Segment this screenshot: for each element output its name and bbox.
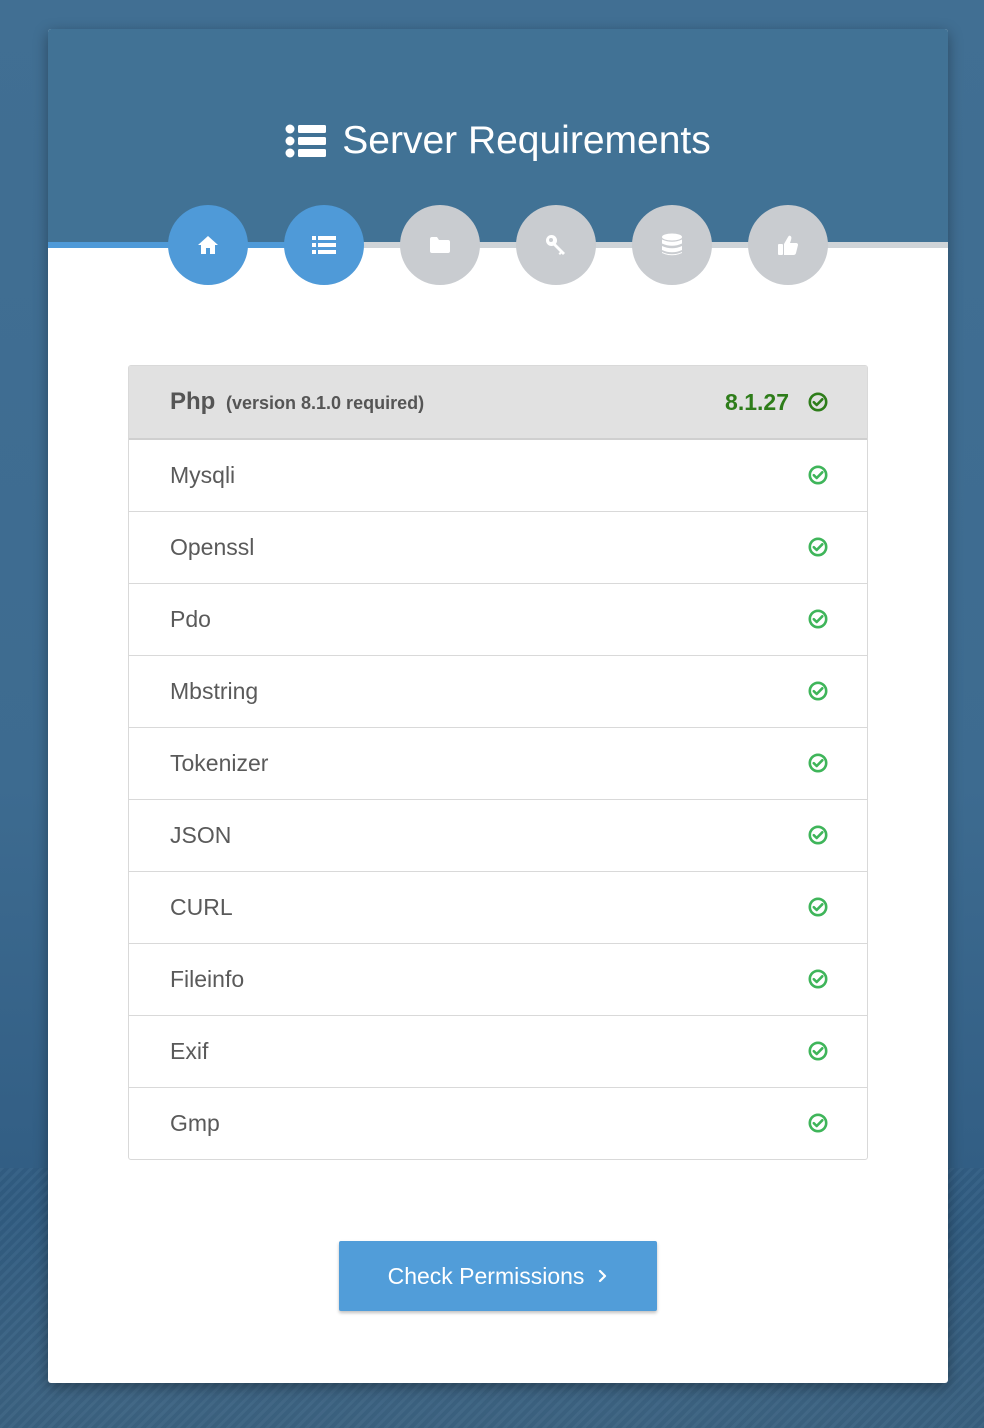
- requirement-label: Fileinfo: [170, 966, 245, 992]
- requirement-label: Exif: [170, 1038, 209, 1064]
- requirement-row: Mbstring: [129, 655, 867, 727]
- page-title-text: Server Requirements: [342, 119, 711, 162]
- requirement-row: CURL: [129, 871, 867, 943]
- step-requirements[interactable]: [284, 205, 364, 285]
- check-permissions-label: Check Permissions: [387, 1262, 585, 1289]
- step-database[interactable]: [632, 205, 712, 285]
- page-title: Server Requirements: [48, 109, 948, 173]
- list-icon: [285, 123, 327, 159]
- check-circle-icon: [808, 753, 828, 778]
- check-circle-icon: [808, 1113, 828, 1138]
- requirement-row: Fileinfo: [129, 943, 867, 1015]
- requirements-table: Php (version 8.1.0 required) 8.1.27 Mysq…: [128, 365, 868, 1160]
- requirement-label: Mysqli: [170, 462, 236, 488]
- step-finish[interactable]: [748, 205, 828, 285]
- check-circle-icon: [808, 681, 828, 706]
- card-header: Server Requirements: [48, 29, 948, 243]
- php-name: Php: [170, 388, 216, 415]
- requirement-row: Openssl: [129, 511, 867, 583]
- requirement-label: Gmp: [170, 1110, 220, 1136]
- requirement-label: Mbstring: [170, 678, 259, 704]
- check-circle-icon: [808, 825, 828, 850]
- check-circle-icon: [808, 537, 828, 562]
- check-circle-icon: [808, 392, 828, 417]
- installer-card: Server Requirements Php (version 8.1.0 r…: [48, 29, 948, 1383]
- check-circle-icon: [808, 609, 828, 634]
- check-circle-icon: [808, 897, 828, 922]
- database-icon: [661, 233, 683, 257]
- check-circle-icon: [808, 465, 828, 490]
- php-current-version: 8.1.27: [725, 388, 789, 415]
- chevron-right-icon: [598, 1269, 608, 1283]
- php-label: Php (version 8.1.0 required): [170, 388, 424, 416]
- requirement-label: CURL: [170, 894, 233, 920]
- check-circle-icon: [808, 969, 828, 994]
- requirement-row: Mysqli: [129, 440, 867, 511]
- requirement-label: Pdo: [170, 606, 211, 632]
- php-required-version: (version 8.1.0 required): [226, 393, 425, 413]
- step-permissions[interactable]: [400, 205, 480, 285]
- requirement-row: Exif: [129, 1015, 867, 1087]
- list-icon: [312, 235, 336, 255]
- step-home[interactable]: [168, 205, 248, 285]
- requirement-row: Tokenizer: [129, 727, 867, 799]
- requirement-label: JSON: [170, 822, 232, 848]
- folder-icon: [429, 236, 451, 254]
- php-requirement-row: Php (version 8.1.0 required) 8.1.27: [129, 366, 867, 440]
- thumbs-up-icon: [777, 234, 799, 256]
- requirement-label: Tokenizer: [170, 750, 269, 776]
- requirement-row: Gmp: [129, 1087, 867, 1159]
- step-environment[interactable]: [516, 205, 596, 285]
- requirement-row: JSON: [129, 799, 867, 871]
- check-circle-icon: [808, 1041, 828, 1066]
- requirement-label: Openssl: [170, 534, 255, 560]
- home-icon: [197, 235, 219, 255]
- extensions-list: Mysqli Openssl Pdo Mbstring Tokenizer JSON CUR…: [129, 440, 867, 1159]
- check-permissions-button[interactable]: Check Permissions: [339, 1241, 657, 1311]
- key-icon: [545, 234, 567, 256]
- requirement-row: Pdo: [129, 583, 867, 655]
